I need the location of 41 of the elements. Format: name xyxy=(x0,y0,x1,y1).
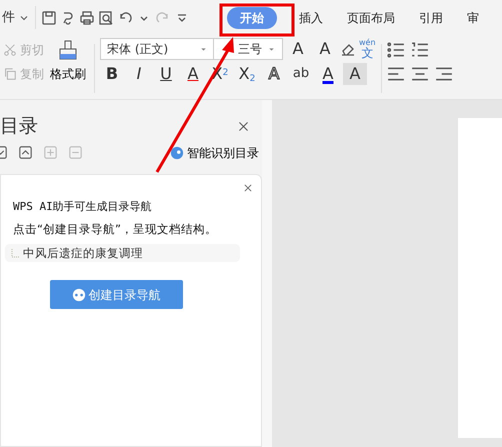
ai-assistant-icon xyxy=(72,288,86,302)
ribbon-tab[interactable]: 页面布局 xyxy=(345,6,397,28)
bullet-list-icon[interactable] xyxy=(386,41,405,59)
underline-button[interactable]: U xyxy=(154,63,178,85)
outline-item: 中风后遗症的康复调理 xyxy=(5,244,240,262)
close-icon[interactable] xyxy=(243,182,253,192)
italic-button[interactable]: I xyxy=(127,63,151,85)
ai-assistant-icon xyxy=(170,146,184,160)
grow-font-button[interactable]: A xyxy=(286,38,310,60)
menu-label[interactable]: 件 xyxy=(2,8,15,28)
expand-up-icon[interactable] xyxy=(19,146,32,159)
outline-button[interactable]: A xyxy=(262,63,286,85)
ribbon-tab[interactable]: 插入 xyxy=(297,6,325,28)
font-size-select[interactable]: 三号 xyxy=(213,38,283,60)
tree-line-icon xyxy=(11,248,20,258)
copy-icon xyxy=(3,67,17,81)
align-center-icon[interactable] xyxy=(410,65,429,83)
panel-title: 目录 xyxy=(0,114,38,139)
shade-button[interactable]: A xyxy=(343,63,367,85)
print-icon[interactable] xyxy=(79,10,95,26)
strike-button[interactable]: A xyxy=(181,63,205,85)
ribbon-tab[interactable]: 审 xyxy=(465,6,481,28)
numbered-list-icon[interactable] xyxy=(410,41,429,59)
close-icon[interactable] xyxy=(237,120,250,133)
sub-button[interactable]: X$_{2}$ xyxy=(235,63,259,85)
scissors-icon xyxy=(3,43,17,57)
smart-recognize-button[interactable]: 智能识别目录 xyxy=(170,144,259,162)
ribbon-tab[interactable]: 引用 xyxy=(417,6,445,28)
print-preview-icon[interactable] xyxy=(98,10,114,26)
format-painter-button[interactable]: 格式刷 xyxy=(44,38,92,84)
align-right-icon[interactable] xyxy=(434,65,453,83)
align-left-icon[interactable] xyxy=(386,65,405,83)
color-button[interactable]: A xyxy=(316,63,340,85)
font-select[interactable]: 宋体 (正文) xyxy=(100,38,215,60)
save-icon[interactable] xyxy=(41,10,57,26)
bold-button[interactable]: B xyxy=(100,63,124,85)
pinyin-guide-button[interactable]: wén 文 xyxy=(359,39,376,59)
ai-message-line: 点击“创建目录导航”，呈现文档结构。 xyxy=(13,221,218,238)
highlight-button[interactable]: ab xyxy=(289,63,313,85)
shrink-font-button[interactable]: A xyxy=(313,38,337,60)
ai-message-line: WPS AI助手可生成目录导航 xyxy=(13,198,153,214)
